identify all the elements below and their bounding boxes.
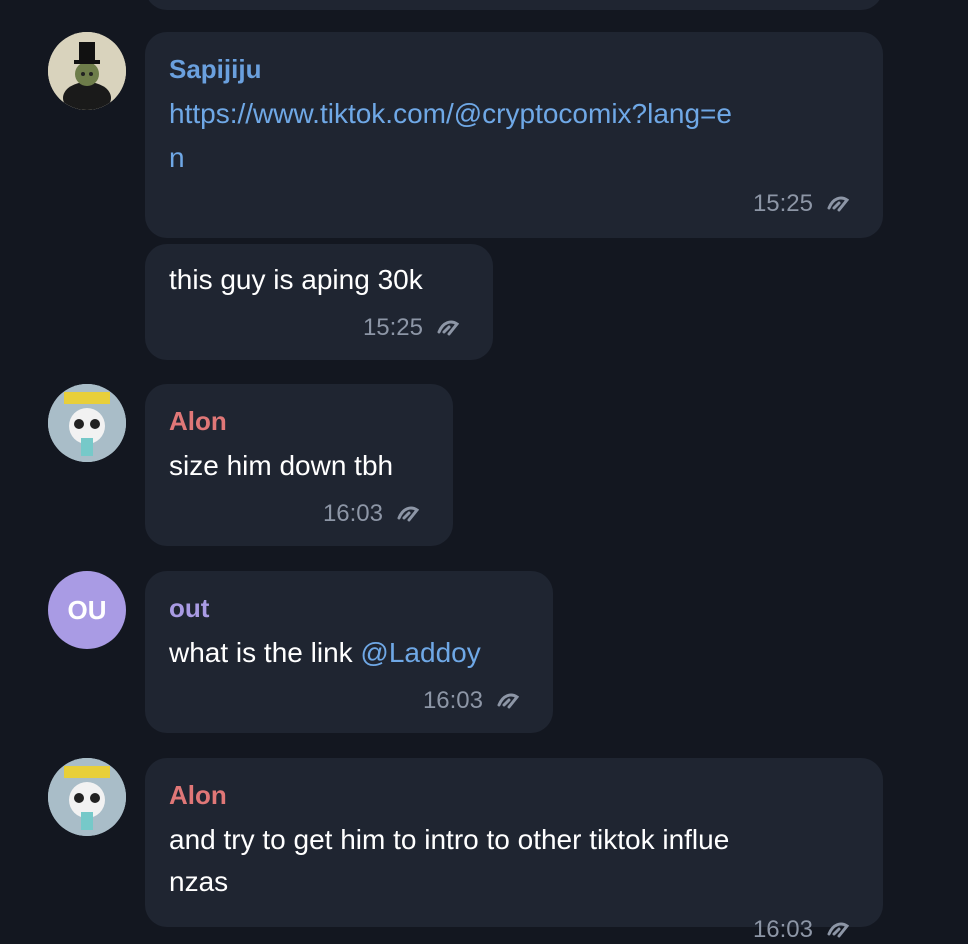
sender-name[interactable]: Alon — [169, 406, 227, 436]
message-text-line-2: nzas — [169, 866, 229, 897]
sender-name[interactable]: Sapijiju — [169, 54, 261, 84]
message-bubble-alon-2[interactable]: Alon and try to get him to intro to othe… — [145, 758, 883, 943]
sender-name[interactable]: Alon — [169, 780, 227, 810]
message-bubble-sapijiju[interactable]: Sapijiju https://www.tiktok.com/@cryptoc… — [145, 32, 883, 238]
message-text: what is the link @Laddoy — [169, 631, 481, 675]
sent-check-icon — [827, 922, 849, 938]
message-bubble-alon[interactable]: Alon size him down tbh 16:03 — [145, 384, 453, 546]
message-meta: 15:25 — [753, 190, 849, 218]
alon-avatar[interactable] — [48, 758, 126, 836]
message-text-line-1: and try to get him to intro to other tik… — [169, 824, 730, 855]
message-time: 16:03 — [322, 500, 383, 527]
message-text: this guy is aping 30k — [169, 264, 423, 295]
message-link-line-1[interactable]: https://www.tiktok.com/@cryptocomix?lang… — [169, 92, 732, 136]
message-text-prefix: what is the link — [169, 637, 361, 668]
sender-name[interactable]: out — [169, 593, 209, 623]
previous-message-bubble[interactable] — [145, 0, 883, 10]
message-meta: 16:03 — [323, 500, 419, 528]
out-avatar[interactable]: OU — [48, 571, 126, 649]
mention-link[interactable]: @Laddoy — [360, 637, 480, 668]
sent-check-icon — [497, 693, 519, 709]
message-time: 15:25 — [752, 190, 813, 217]
message-text: size him down tbh — [169, 450, 394, 481]
message-link-line-2[interactable]: n — [169, 136, 185, 180]
message-bubble-continuation[interactable]: this guy is aping 30k 15:25 — [145, 244, 493, 360]
top-hat-character-avatar-icon — [48, 32, 126, 110]
sent-check-icon — [827, 196, 849, 212]
avatar-initials: OU — [67, 594, 107, 625]
sent-check-icon — [397, 506, 419, 522]
sapijiju-avatar[interactable] — [48, 32, 126, 110]
cartoon-cat-avatar-icon — [48, 758, 126, 836]
message-bubble-out[interactable]: out what is the link @Laddoy 16:03 — [145, 571, 553, 733]
message-meta: 16:03 — [423, 687, 519, 715]
message-meta: 16:03 — [753, 916, 849, 944]
alon-avatar[interactable] — [48, 384, 126, 462]
sent-check-icon — [437, 320, 459, 336]
message-meta: 15:25 — [363, 314, 459, 342]
message-time: 15:25 — [362, 314, 423, 341]
message-time: 16:03 — [752, 916, 813, 943]
message-time: 16:03 — [422, 687, 483, 714]
cartoon-cat-avatar-icon — [48, 384, 126, 462]
